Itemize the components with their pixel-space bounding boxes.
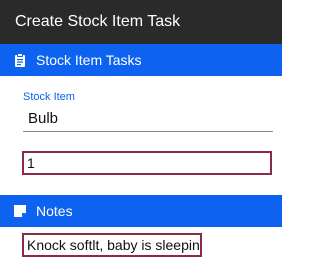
- stock-item-label: Stock Item: [23, 91, 75, 103]
- section-header-stock-item-tasks[interactable]: Stock Item Tasks: [0, 44, 282, 76]
- note-icon: [13, 204, 27, 218]
- section-header-notes[interactable]: Notes: [0, 195, 282, 227]
- window-title-text: Create Stock Item Task: [15, 13, 181, 30]
- notes-input[interactable]: Knock softlt, baby is sleeping: [22, 233, 202, 257]
- clipboard-icon: [13, 53, 27, 67]
- quantity-input[interactable]: [22, 151, 272, 175]
- window-title: Create Stock Item Task: [0, 0, 282, 44]
- stock-item-field[interactable]: Bulb: [28, 110, 58, 127]
- stock-item-underline: [23, 131, 273, 132]
- section-header-label: Notes: [36, 203, 73, 219]
- section-header-label: Stock Item Tasks: [36, 52, 142, 68]
